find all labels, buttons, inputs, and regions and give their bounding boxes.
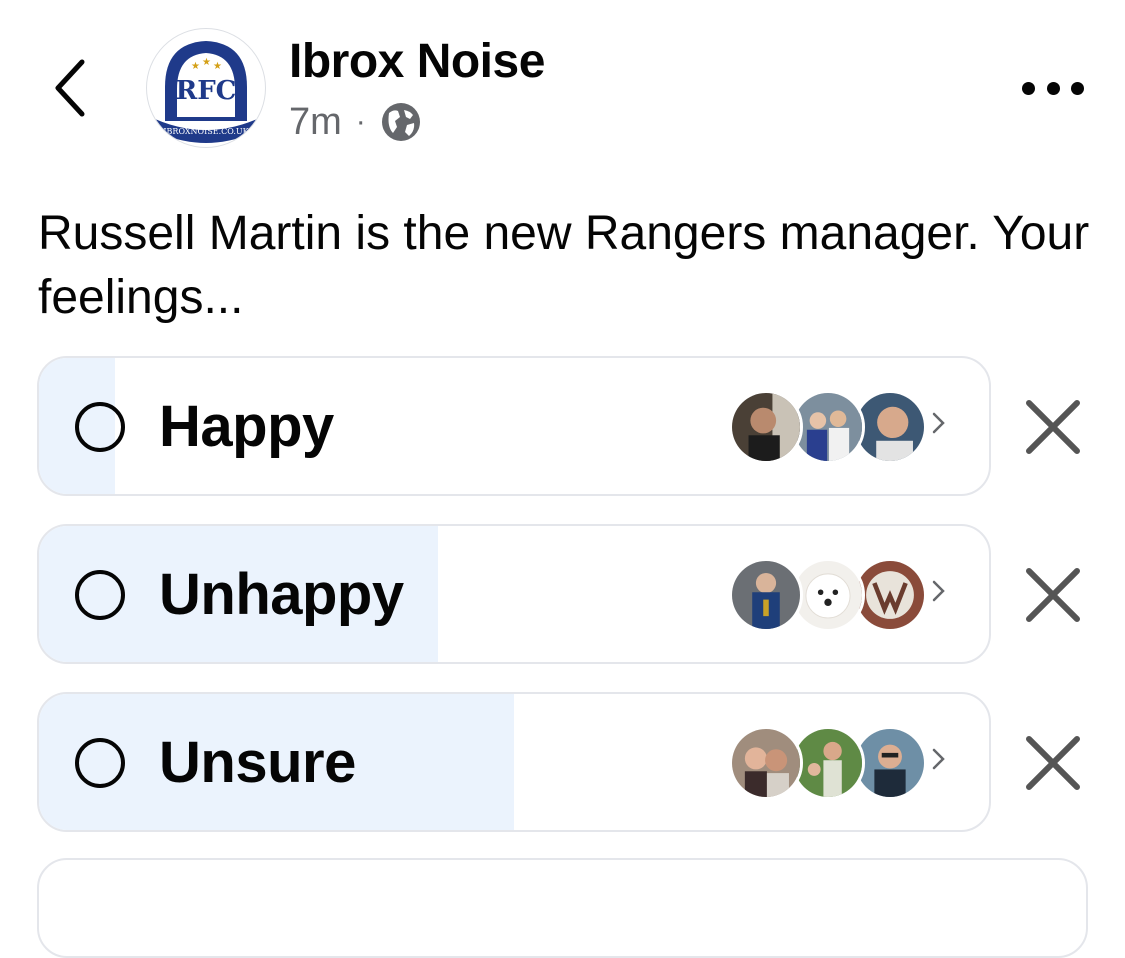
poll-option-label: Unhappy — [159, 562, 404, 627]
poll-option-unsure[interactable]: Unsure — [37, 692, 991, 832]
chevron-right-icon[interactable] — [931, 744, 947, 774]
voter-avatars[interactable] — [729, 390, 927, 464]
close-icon — [1026, 568, 1080, 622]
poll-option-label: Unsure — [159, 730, 356, 795]
meta-separator: · — [355, 105, 366, 138]
chevron-right-icon[interactable] — [931, 408, 947, 438]
voter-avatar — [729, 726, 803, 800]
remove-option-button[interactable] — [1025, 735, 1081, 791]
chevron-right-icon[interactable] — [931, 576, 947, 606]
close-icon — [1026, 736, 1080, 790]
back-button[interactable] — [48, 56, 92, 120]
radio-button[interactable] — [75, 738, 125, 788]
svg-text:IBROXNOISE.CO.UK: IBROXNOISE.CO.UK — [163, 127, 249, 136]
svg-text:★: ★ — [213, 61, 222, 72]
more-dot-icon — [1022, 81, 1035, 95]
globe-icon[interactable] — [380, 101, 422, 143]
page-avatar[interactable]: RFC ★ ★ ★ IBROXNOISE.CO.UK — [146, 28, 266, 148]
page-name[interactable]: Ibrox Noise — [289, 34, 545, 89]
club-logo: RFC ★ ★ ★ IBROXNOISE.CO.UK — [155, 41, 257, 143]
poll-option-unhappy[interactable]: Unhappy — [37, 524, 991, 664]
close-icon — [1026, 400, 1080, 454]
radio-button[interactable] — [75, 570, 125, 620]
post-timestamp[interactable]: 7m — [289, 101, 342, 144]
svg-text:★: ★ — [191, 61, 200, 72]
voter-avatars[interactable] — [729, 558, 927, 632]
remove-option-button[interactable] — [1025, 399, 1081, 455]
voter-avatar — [729, 558, 803, 632]
svg-text:RFC: RFC — [176, 76, 237, 106]
voter-avatar — [729, 390, 803, 464]
poll-option-label: Happy — [159, 394, 334, 459]
radio-button[interactable] — [75, 402, 125, 452]
poll-option-happy[interactable]: Happy — [37, 356, 991, 496]
remove-option-button[interactable] — [1025, 567, 1081, 623]
poll-option-next[interactable] — [37, 858, 1088, 958]
post-text: Russell Martin is the new Rangers manage… — [38, 207, 1090, 324]
more-dot-icon — [1071, 81, 1084, 95]
voter-avatars[interactable] — [729, 726, 927, 800]
svg-text:★: ★ — [202, 57, 211, 68]
chevron-left-icon — [55, 59, 85, 117]
more-dot-icon — [1046, 81, 1060, 95]
more-options-button[interactable] — [1022, 76, 1084, 100]
post-meta: 7m · — [289, 98, 422, 146]
